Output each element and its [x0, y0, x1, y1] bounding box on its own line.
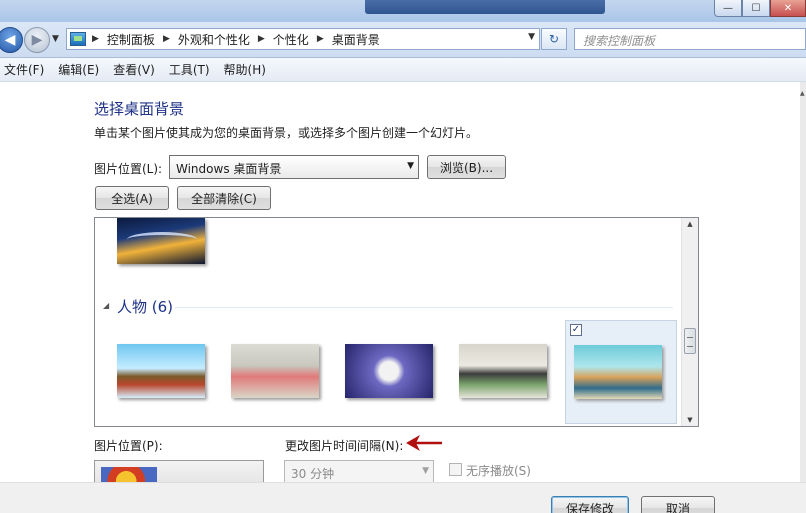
wallpaper-thumbnail[interactable] — [574, 345, 662, 399]
page-description: 单击某个图片使其成为您的桌面背景，或选择多个图片创建一个幻灯片。 — [94, 126, 479, 140]
breadcrumb-chevron-icon[interactable]: ▶ — [92, 34, 99, 44]
list-scrollbar[interactable]: ▲ ▼ — [681, 218, 698, 426]
address-bar[interactable]: ▶ 控制面板 ▶ 外观和个性化 ▶ 个性化 ▶ 桌面背景 ▼ — [66, 28, 540, 50]
footer-bar: 保存修改 取消 — [0, 482, 806, 513]
menu-help[interactable]: 帮助(H) — [224, 61, 266, 78]
menu-tools[interactable]: 工具(T) — [169, 61, 210, 78]
dropdown-arrow-icon: ▼ — [407, 161, 414, 171]
search-input[interactable]: 搜索控制面板 — [574, 28, 806, 50]
interval-value: 30 分钟 — [291, 467, 335, 481]
group-divider — [175, 307, 673, 308]
scroll-up-icon[interactable]: ▲ — [800, 90, 805, 97]
clear-all-button[interactable]: 全部清除(C) — [177, 186, 271, 210]
collapse-group-icon[interactable]: ◢ — [103, 301, 109, 310]
control-panel-icon — [70, 32, 86, 46]
menu-bar: 文件(F) 编辑(E) 查看(V) 工具(T) 帮助(H) — [0, 58, 806, 82]
wallpaper-thumbnail[interactable] — [231, 344, 319, 398]
group-title[interactable]: 人物 (6) — [117, 296, 173, 317]
breadcrumb-control-panel[interactable]: 控制面板 — [107, 31, 155, 48]
breadcrumb-chevron-icon[interactable]: ▶ — [258, 34, 265, 44]
breadcrumb-desktop-background[interactable]: 桌面背景 — [332, 31, 380, 48]
breadcrumb-chevron-icon[interactable]: ▶ — [317, 34, 324, 44]
minimize-button[interactable]: — — [714, 0, 742, 17]
window-title-bar: — ☐ ✕ — [0, 0, 806, 22]
title-bar-highlight — [365, 0, 605, 14]
picture-location-label: 图片位置(L): — [94, 162, 163, 176]
picture-location-value: Windows 桌面背景 — [176, 162, 282, 176]
menu-file[interactable]: 文件(F) — [4, 61, 44, 78]
annotation-arrow-icon — [406, 435, 442, 451]
picture-position-label: 图片位置(P): — [94, 439, 163, 453]
page-scrollbar[interactable]: ▲ — [800, 82, 806, 482]
main-content: 选择桌面背景 单击某个图片使其成为您的桌面背景，或选择多个图片创建一个幻灯片。 … — [0, 82, 806, 491]
shuffle-checkbox[interactable] — [449, 463, 462, 476]
thumbnail-checkbox[interactable]: ✓ — [570, 324, 582, 336]
address-dropdown-icon[interactable]: ▼ — [528, 32, 535, 42]
menu-view[interactable]: 查看(V) — [113, 61, 155, 78]
picture-location-select[interactable]: Windows 桌面背景 ▼ — [169, 155, 419, 179]
scrollbar-thumb[interactable] — [684, 328, 696, 354]
dropdown-arrow-icon: ▼ — [422, 466, 429, 476]
interval-select[interactable]: 30 分钟 ▼ — [284, 460, 434, 484]
back-button[interactable]: ◀ — [0, 27, 23, 53]
select-all-button[interactable]: 全选(A) — [95, 186, 169, 210]
save-changes-button[interactable]: 保存修改 — [551, 496, 629, 513]
breadcrumb-appearance[interactable]: 外观和个性化 — [178, 31, 250, 48]
refresh-button[interactable]: ↻ — [541, 28, 567, 50]
breadcrumb-personalization[interactable]: 个性化 — [273, 31, 309, 48]
close-button[interactable]: ✕ — [770, 0, 806, 17]
breadcrumb-chevron-icon[interactable]: ▶ — [163, 34, 170, 44]
wallpaper-thumbnail[interactable] — [345, 344, 433, 398]
browse-button[interactable]: 浏览(B)... — [427, 155, 506, 179]
picture-list[interactable]: ◢ 人物 (6) ✓ ▲ ▼ — [94, 217, 699, 427]
interval-label: 更改图片时间间隔(N): — [285, 439, 404, 453]
address-toolbar: ◀ ▶ ▼ ▶ 控制面板 ▶ 外观和个性化 ▶ 个性化 ▶ 桌面背景 ▼ ↻ 搜… — [0, 22, 806, 58]
shuffle-label[interactable]: 无序播放(S) — [466, 462, 531, 479]
selected-wallpaper-item[interactable]: ✓ — [565, 320, 677, 424]
scroll-down-icon[interactable]: ▼ — [682, 416, 698, 424]
wallpaper-thumbnail[interactable] — [117, 344, 205, 398]
scroll-up-icon[interactable]: ▲ — [682, 220, 698, 228]
recent-pages-dropdown-icon[interactable]: ▼ — [52, 34, 59, 44]
wallpaper-thumbnail[interactable] — [459, 344, 547, 398]
wallpaper-thumbnail[interactable] — [117, 218, 205, 264]
page-title: 选择桌面背景 — [94, 100, 185, 118]
maximize-button[interactable]: ☐ — [742, 0, 770, 17]
menu-edit[interactable]: 编辑(E) — [58, 61, 99, 78]
cancel-button[interactable]: 取消 — [641, 496, 715, 513]
forward-button[interactable]: ▶ — [24, 27, 50, 53]
